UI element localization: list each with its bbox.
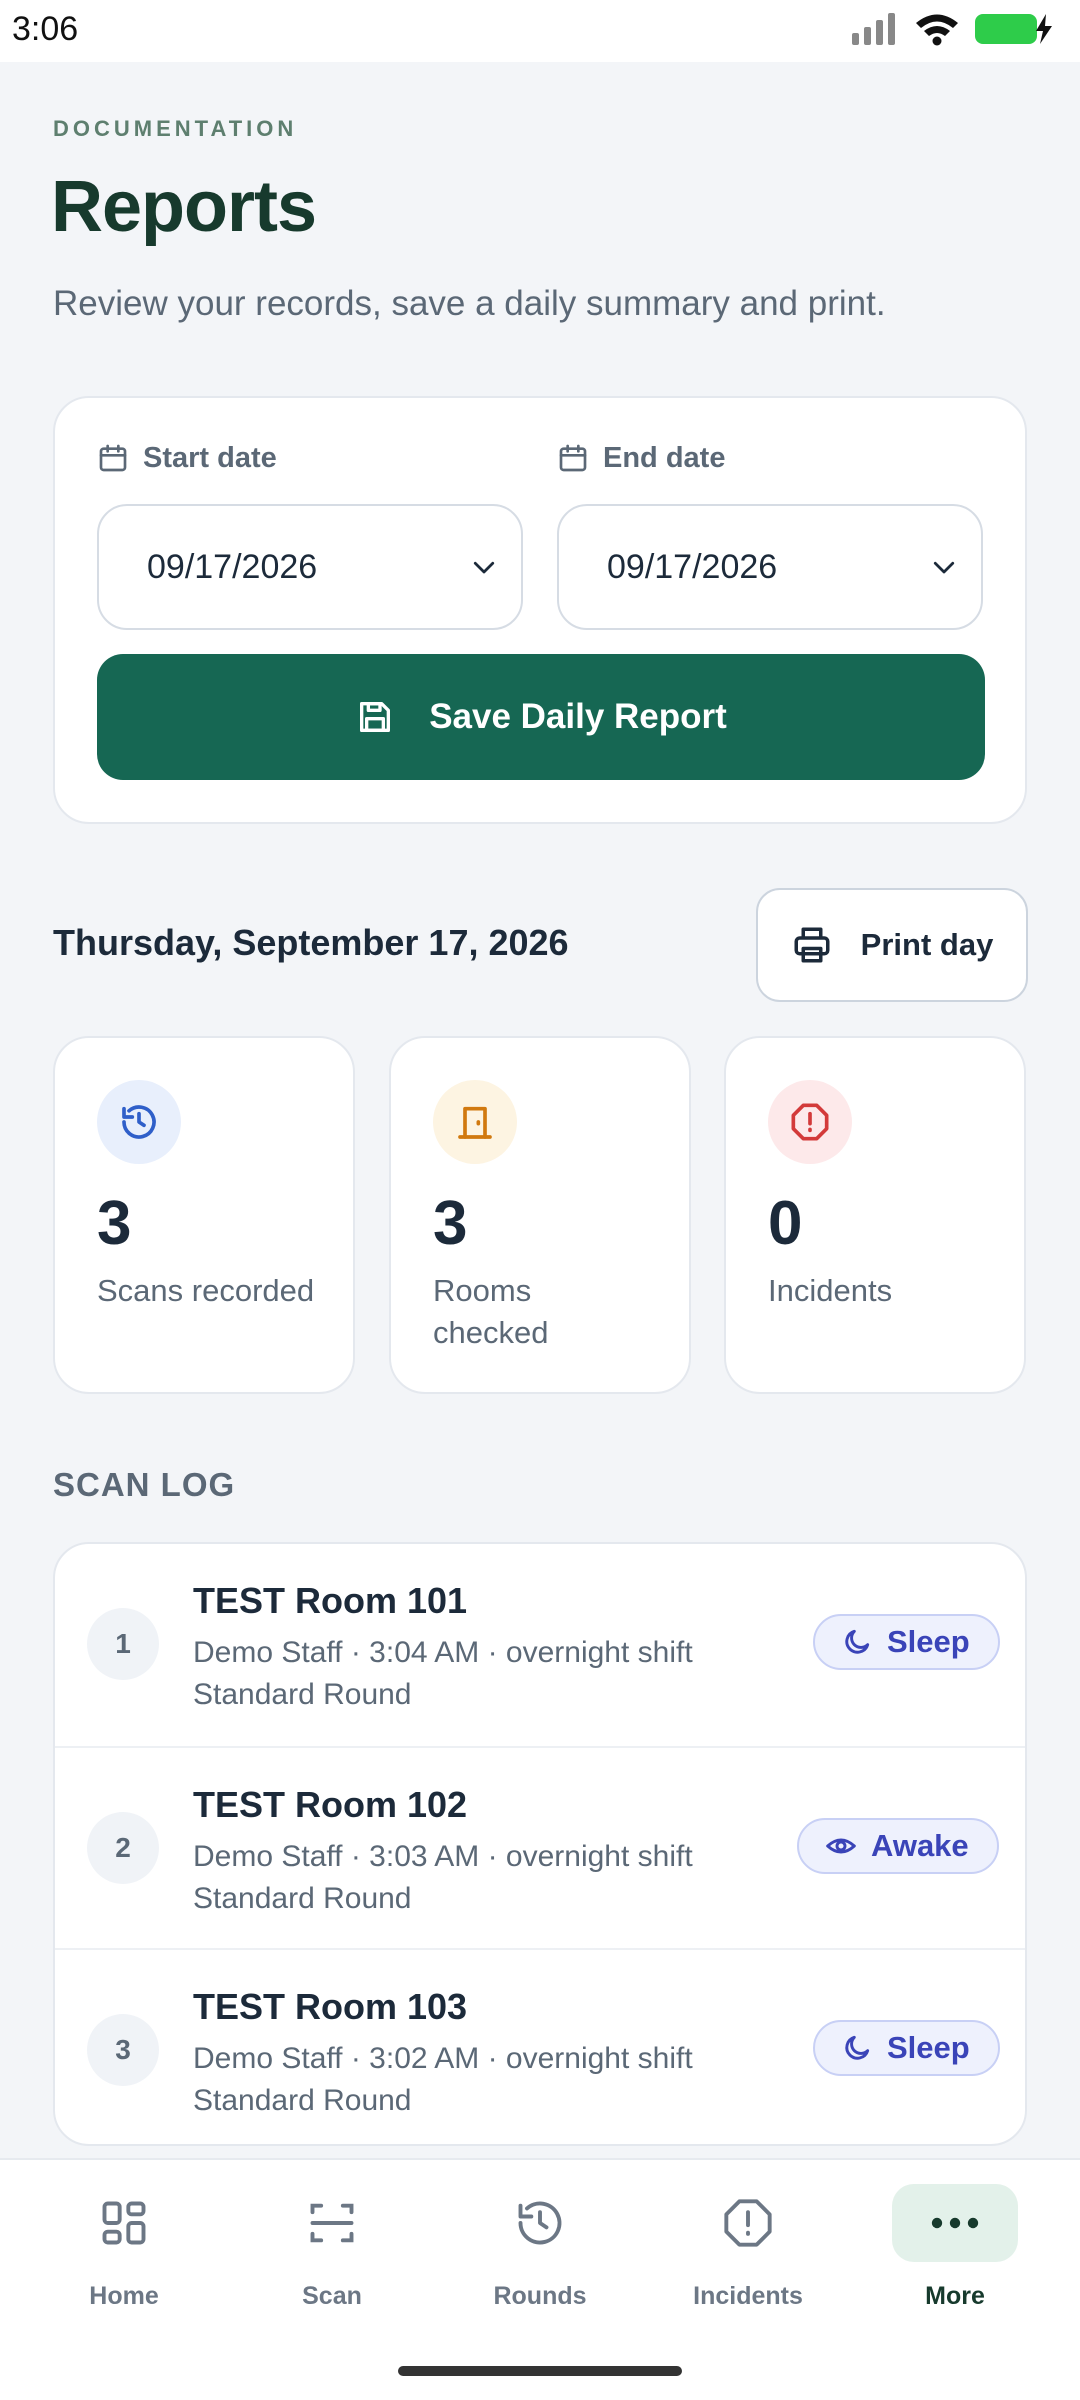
nav-item-home[interactable]: Home	[24, 2182, 224, 2342]
scan-icon	[269, 2184, 395, 2262]
scan-log-title: SCAN LOG	[53, 1466, 236, 1503]
stat-label: Incidents	[768, 1273, 893, 1308]
row-meta: Demo Staff · 3:03 AM · overnight shift S…	[193, 1840, 693, 1915]
status-time: 3:06	[12, 10, 79, 48]
status-badge: Sleep	[813, 2020, 1000, 2076]
start-date-select[interactable]: 09/17/2026	[97, 504, 523, 630]
nav-item-more[interactable]: More	[855, 2182, 1055, 2342]
row-index: 3	[87, 2014, 159, 2086]
page-title: Reports	[51, 167, 317, 247]
alert-octagon-icon	[685, 2184, 811, 2262]
page-eyebrow: DOCUMENTATION	[53, 116, 298, 141]
scan-log-row[interactable]: 3 TEST Room 103 Demo Staff · 3:02 AM · o…	[55, 1948, 1025, 2144]
history-icon	[97, 1080, 181, 1164]
stat-label: Scans recorded	[97, 1273, 315, 1308]
chevron-down-icon	[933, 561, 955, 574]
stat-rooms-checked: 3 Rooms checked	[389, 1036, 691, 1394]
bottom-nav: Home Scan Rounds Incidents More	[0, 2158, 1080, 2400]
printer-icon	[794, 927, 830, 963]
eye-icon	[826, 1838, 856, 1854]
end-date-value: 09/17/2026	[607, 547, 778, 586]
wifi-icon	[916, 14, 958, 46]
page-subtitle: Review your records, save a daily summar…	[53, 284, 886, 323]
moon-icon	[845, 2035, 870, 2060]
history-icon	[477, 2184, 603, 2262]
end-date-select[interactable]: 09/17/2026	[557, 504, 983, 630]
stat-incidents: 0 Incidents	[724, 1036, 1026, 1394]
room-name: TEST Room 102	[193, 1784, 468, 1825]
day-heading: Thursday, September 17, 2026	[53, 922, 569, 963]
stat-value: 3	[97, 1189, 132, 1258]
stat-value: 0	[768, 1189, 803, 1258]
end-date-group: End date 09/17/2026	[557, 438, 983, 630]
alert-octagon-icon	[768, 1080, 852, 1164]
room-name: TEST Room 103	[193, 1986, 468, 2027]
signal-icon	[852, 13, 895, 45]
end-date-label: End date	[557, 438, 983, 478]
print-day-button[interactable]: Print day	[756, 888, 1028, 1002]
start-date-label: Start date	[97, 438, 523, 478]
room-name: TEST Room 101	[193, 1580, 468, 1621]
nav-item-rounds[interactable]: Rounds	[440, 2182, 640, 2342]
save-daily-report-button[interactable]: Save Daily Report	[97, 654, 985, 780]
row-meta: Demo Staff · 3:02 AM · overnight shift S…	[193, 2042, 693, 2117]
moon-icon	[845, 1629, 870, 1654]
nav-item-incidents[interactable]: Incidents	[648, 2182, 848, 2342]
row-meta: Demo Staff · 3:04 AM · overnight shift S…	[193, 1636, 693, 1711]
stat-value: 3	[433, 1189, 468, 1258]
home-indicator[interactable]	[398, 2366, 682, 2376]
row-index: 1	[87, 1608, 159, 1680]
date-filter-card: Start date 09/17/2026 End date 09/17/202…	[53, 396, 1027, 824]
start-date-group: Start date 09/17/2026	[97, 438, 523, 630]
scan-log-list: 1 TEST Room 101 Demo Staff · 3:04 AM · o…	[53, 1542, 1027, 2146]
status-badge: Awake	[797, 1818, 999, 1874]
door-icon	[433, 1080, 517, 1164]
nav-item-scan[interactable]: Scan	[232, 2182, 432, 2342]
calendar-icon	[99, 444, 127, 472]
grid-icon	[61, 2184, 187, 2262]
start-date-value: 09/17/2026	[147, 547, 318, 586]
scan-log-row[interactable]: 1 TEST Room 101 Demo Staff · 3:04 AM · o…	[55, 1544, 1025, 1746]
more-icon	[892, 2184, 1018, 2262]
status-bar: 3:06	[0, 0, 1080, 62]
chevron-down-icon	[473, 561, 495, 574]
row-index: 2	[87, 1812, 159, 1884]
status-badge: Sleep	[813, 1614, 1000, 1670]
stat-label: Rooms checked	[433, 1273, 549, 1350]
scan-log-row[interactable]: 2 TEST Room 102 Demo Staff · 3:03 AM · o…	[55, 1746, 1025, 1948]
calendar-icon	[559, 444, 587, 472]
save-icon	[360, 702, 391, 732]
battery-icon	[975, 14, 1052, 44]
stat-scans-recorded: 3 Scans recorded	[53, 1036, 355, 1394]
